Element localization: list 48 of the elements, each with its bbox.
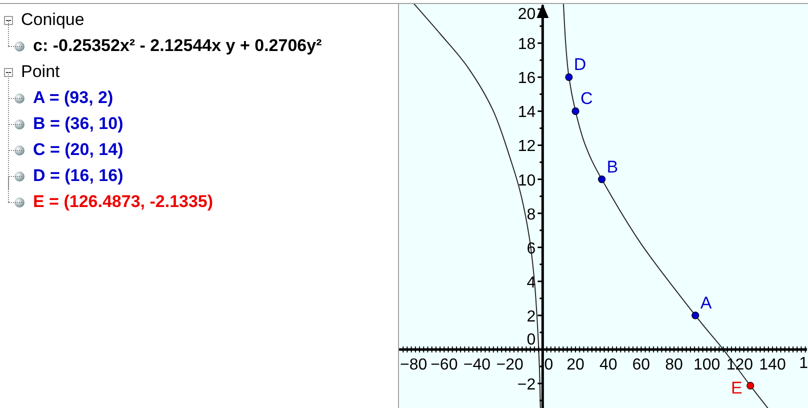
point-label: C <box>580 89 593 108</box>
sphere-icon[interactable] <box>14 118 25 130</box>
sphere-icon[interactable] <box>14 196 25 208</box>
point-marker[interactable] <box>692 312 700 320</box>
sphere-icon[interactable] <box>14 170 25 182</box>
y-tick-label: 2 <box>526 308 536 326</box>
point-label: A <box>700 293 712 312</box>
sphere-icon[interactable] <box>14 92 25 104</box>
point-marker[interactable] <box>565 73 573 81</box>
algebra-entry[interactable]: E = (126.4873, -2.1335) <box>33 192 214 212</box>
sphere-icon[interactable] <box>14 40 25 52</box>
x-tick-label: 1 <box>799 355 808 374</box>
collapse-icon[interactable] <box>4 16 13 24</box>
x-tick-label: 80 <box>665 356 683 374</box>
y-tick-label: 20 <box>518 6 536 23</box>
x-tick-label: −20 <box>496 356 524 374</box>
y-tick-label: −2 <box>517 376 536 394</box>
group-header[interactable]: Point <box>21 62 60 82</box>
point-marker[interactable] <box>598 175 606 184</box>
point-label: D <box>574 55 586 74</box>
y-tick-label: 16 <box>518 70 536 88</box>
y-tick-label: 8 <box>526 206 536 224</box>
point-label: B <box>606 157 618 176</box>
algebra-entry[interactable]: B = (36, 10) <box>33 114 124 134</box>
x-tick-label: 140 <box>759 356 786 374</box>
x-tick-label: 40 <box>599 356 618 374</box>
y-tick-label: 14 <box>518 104 536 122</box>
y-tick-label: 0 <box>526 331 536 348</box>
x-tick-label: 100 <box>694 356 720 374</box>
algebra-entry[interactable]: C = (20, 14) <box>33 140 124 160</box>
algebra-entry[interactable]: D = (16, 16) <box>33 166 124 186</box>
x-tick-label: 20 <box>566 356 584 374</box>
y-tick-label: 12 <box>518 138 536 156</box>
point-marker[interactable] <box>746 382 754 390</box>
y-tick-label: 10 <box>518 172 536 190</box>
x-tick-label: 0 <box>544 356 554 374</box>
point-label: E <box>731 378 742 398</box>
point-marker[interactable] <box>572 107 580 115</box>
x-tick-label: −60 <box>430 356 458 374</box>
x-tick-label: −40 <box>463 356 491 374</box>
group-header[interactable]: Conique <box>21 10 84 30</box>
algebra-entry[interactable]: A = (93, 2) <box>33 88 114 108</box>
x-tick-label: 60 <box>632 356 650 374</box>
collapse-icon[interactable] <box>4 68 13 76</box>
y-tick-label: 18 <box>518 36 536 54</box>
sphere-icon[interactable] <box>14 144 25 156</box>
algebra-entry[interactable]: c: -0.25352x² - 2.12544x y + 0.2706y² <box>33 36 322 56</box>
x-tick-label: −80 <box>400 356 428 374</box>
